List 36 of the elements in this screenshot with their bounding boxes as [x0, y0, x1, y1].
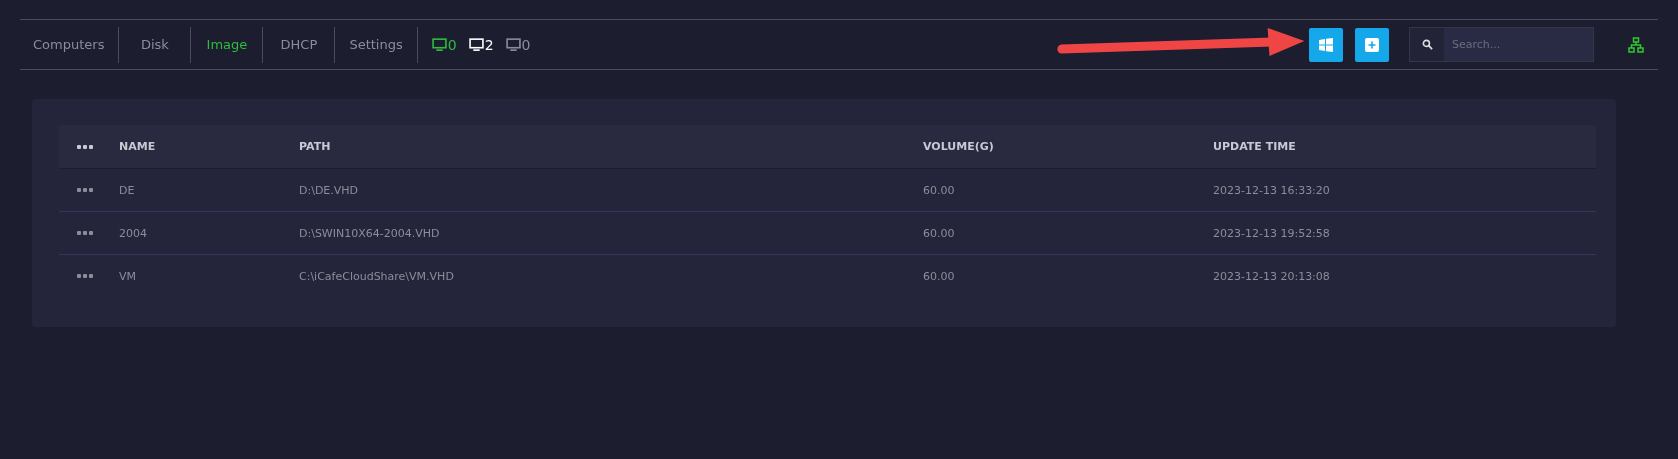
column-header: VOLUME(G): [923, 140, 995, 153]
nav-tab[interactable]: Computers: [20, 26, 120, 63]
table-cell-text: 2023-12-13 19:52:58: [1213, 226, 1331, 240]
windows-button[interactable]: [1309, 27, 1343, 62]
table-cell-text: VM: [119, 269, 137, 283]
column-header: PATH: [299, 140, 332, 153]
computer-count: 0: [505, 36, 531, 53]
monitor-icon: [505, 38, 521, 51]
table-cell-text: D:\SWIN10X64-2004.VHD: [299, 226, 441, 240]
monitor-icon: [468, 38, 484, 51]
column-header: NAME: [119, 140, 157, 153]
table-cell-text: 60.00: [923, 226, 956, 240]
column-header: UPDATE TIME: [1213, 140, 1297, 153]
nav-tab[interactable]: Image: [191, 26, 264, 63]
table-cell-text: C:\iCafeCloudShare\VM.VHD: [299, 269, 455, 283]
monitor-icon: [431, 38, 447, 51]
more-icon[interactable]: [77, 231, 93, 235]
add-button[interactable]: [1355, 27, 1389, 62]
table-cell-text: 60.00: [923, 269, 956, 283]
table-cell-text: D:\DE.VHD: [299, 183, 360, 197]
more-icon[interactable]: [77, 144, 93, 149]
network-icon[interactable]: [1628, 36, 1644, 53]
plus-icon: [1365, 37, 1379, 52]
computer-count: 0: [431, 36, 457, 53]
table-cell-text: 60.00: [923, 183, 956, 197]
computer-count: 2: [468, 36, 494, 53]
table-cell-text: DE: [119, 183, 136, 197]
nav-tab[interactable]: Disk: [119, 26, 192, 63]
nav-tab[interactable]: DHCP: [263, 26, 336, 63]
windows-icon: [1319, 37, 1333, 52]
table-cell-text: 2023-12-13 20:13:08: [1213, 269, 1331, 283]
nav-tab[interactable]: Settings: [335, 26, 418, 63]
table-cell-text: 2004: [119, 226, 148, 240]
more-icon[interactable]: [77, 274, 93, 278]
table-cell-text: 2023-12-13 16:33:20: [1213, 183, 1331, 197]
more-icon[interactable]: [77, 188, 93, 192]
